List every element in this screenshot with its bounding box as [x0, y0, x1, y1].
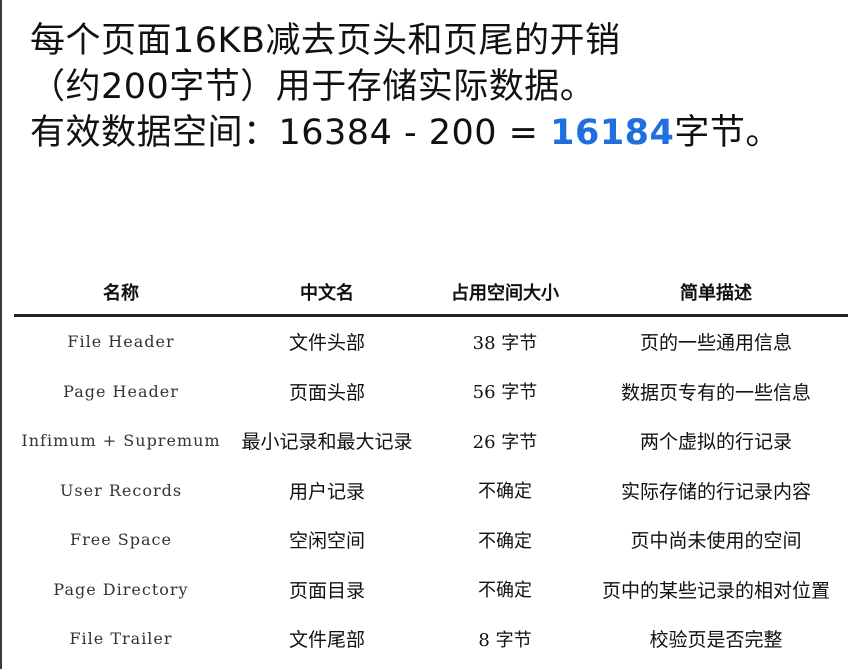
cell-chinese-name: 页面头部	[288, 381, 365, 404]
intro-line-1: 每个页面16KB减去页头和页尾的开销	[30, 21, 621, 61]
cell-chinese-name: 用户记录	[288, 480, 365, 503]
cell-size: 38 字节	[472, 332, 538, 354]
cell-name: File Trailer	[69, 629, 173, 649]
table-row: File Trailer 文件尾部 8 字节 校验页是否完整	[14, 614, 848, 664]
cell-description: 实际存储的行记录内容	[620, 480, 811, 503]
cell-chinese-name: 最小记录和最大记录	[241, 431, 413, 454]
cell-description: 校验页是否完整	[649, 629, 783, 652]
header-name: 名称	[14, 270, 228, 317]
cell-description: 两个虚拟的行记录	[639, 431, 792, 454]
cell-chinese-name: 文件尾部	[288, 629, 365, 652]
left-border	[0, 0, 2, 669]
table-row: User Records 用户记录 不确定 实际存储的行记录内容	[14, 466, 848, 516]
cell-chinese-name: 文件头部	[288, 332, 365, 355]
header-description: 简单描述	[584, 270, 848, 317]
table-header-row: 名称 中文名 占用空间大小 简单描述	[14, 270, 848, 317]
cell-name: Infimum + Supremum	[21, 431, 221, 451]
cell-name: Page Directory	[53, 579, 189, 599]
cell-name: Free Space	[70, 530, 172, 550]
intro-text: 每个页面16KB减去页头和页尾的开销 （约200字节）用于存储实际数据。 有效数…	[30, 18, 840, 156]
cell-description: 页中的某些记录的相对位置	[601, 579, 830, 602]
structure-table: 名称 中文名 占用空间大小 简单描述 File Header 文件头部 38 字…	[14, 270, 848, 664]
cell-size: 不确定	[478, 580, 532, 602]
page-structure-table: 名称 中文名 占用空间大小 简单描述 File Header 文件头部 38 字…	[14, 270, 848, 664]
cell-description: 页的一些通用信息	[639, 332, 792, 355]
header-size: 占用空间大小	[426, 270, 584, 317]
cell-chinese-name: 空闲空间	[288, 530, 365, 553]
cell-name: Page Header	[63, 381, 179, 401]
intro-line-3: 有效数据空间：16384 - 200 = 16184字节。	[30, 110, 840, 156]
cell-size: 8 字节	[478, 629, 532, 651]
cell-size: 不确定	[478, 481, 532, 503]
cell-name: File Header	[67, 332, 175, 352]
table-row: Free Space 空闲空间 不确定 页中尚未使用的空间	[14, 515, 848, 565]
cell-size: 不确定	[478, 530, 532, 552]
intro-line-2: （约200字节）用于存储实际数据。	[30, 67, 596, 107]
effective-bytes-highlight: 16184	[550, 113, 675, 153]
cell-description: 页中尚未使用的空间	[630, 530, 802, 553]
table-row: File Header 文件头部 38 字节 页的一些通用信息	[14, 316, 848, 367]
intro-line-3-prefix: 有效数据空间：16384 - 200 =	[30, 113, 551, 153]
header-chinese-name: 中文名	[228, 270, 426, 317]
cell-description: 数据页专有的一些信息	[620, 381, 811, 404]
table-row: Page Header 页面头部 56 字节 数据页专有的一些信息	[14, 367, 848, 417]
table-row: Infimum + Supremum 最小记录和最大记录 26 字节 两个虚拟的…	[14, 416, 848, 466]
cell-size: 56 字节	[472, 382, 538, 404]
cell-size: 26 字节	[472, 431, 538, 453]
table-row: Page Directory 页面目录 不确定 页中的某些记录的相对位置	[14, 565, 848, 615]
cell-name: User Records	[59, 480, 183, 500]
intro-line-3-suffix: 字节。	[674, 113, 781, 153]
cell-chinese-name: 页面目录	[288, 579, 365, 602]
